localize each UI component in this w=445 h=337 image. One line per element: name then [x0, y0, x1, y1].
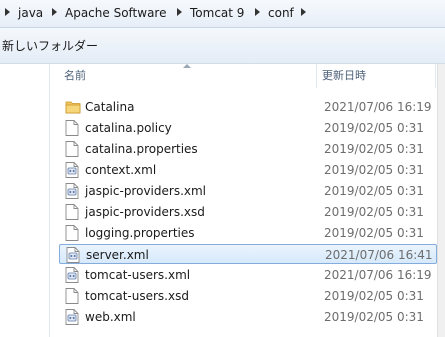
file-row[interactable]: Catalina 2021/07/06 16:19 [59, 97, 437, 117]
address-bar[interactable]: java Apache Software Tomcat 9 conf [0, 0, 445, 28]
file-row[interactable]: logging.properties 2019/02/05 0:31 [59, 223, 437, 243]
xml-file-icon [65, 162, 79, 178]
file-name: tomcat-users.xsd [85, 289, 189, 303]
sort-ascending-icon [183, 64, 191, 68]
file-name: tomcat-users.xml [85, 268, 191, 282]
file-row[interactable]: catalina.properties 2019/02/05 0:31 [59, 139, 437, 159]
file-name: catalina.properties [85, 142, 198, 156]
file-row[interactable]: server.xml 2021/07/06 16:41 [59, 244, 437, 264]
file-modified-date: 2021/07/06 16:19 [324, 268, 432, 282]
file-modified-date: 2021/07/06 16:19 [324, 100, 432, 114]
file-modified-date: 2019/02/05 0:31 [324, 121, 424, 135]
xml-file-icon [65, 267, 79, 283]
file-name: jaspic-providers.xsd [85, 205, 205, 219]
file-row[interactable]: tomcat-users.xml 2021/07/06 16:19 [59, 265, 437, 285]
chevron-right-icon[interactable] [52, 8, 57, 16]
xml-file-icon [65, 309, 79, 325]
file-name: logging.properties [85, 226, 195, 240]
file-modified-date: 2019/02/05 0:31 [324, 226, 424, 240]
vertical-scrollbar[interactable] [437, 64, 445, 337]
breadcrumb-item-conf[interactable]: conf [268, 5, 294, 21]
toolbar: 新しいフォルダー [0, 28, 445, 64]
file-icon [65, 204, 79, 220]
file-modified-date: 2019/02/05 0:31 [324, 289, 424, 303]
file-modified-date: 2021/07/06 16:41 [325, 248, 433, 262]
file-icon [65, 225, 79, 241]
column-divider[interactable] [435, 64, 436, 88]
file-icon [65, 141, 79, 157]
file-name: catalina.policy [85, 121, 172, 135]
navigation-pane[interactable] [0, 64, 50, 337]
xml-file-icon [66, 247, 80, 263]
breadcrumb-item-tomcat-9[interactable]: Tomcat 9 [190, 5, 244, 21]
file-name: Catalina [85, 100, 135, 114]
new-folder-button[interactable]: 新しいフォルダー [2, 38, 98, 54]
chevron-right-icon[interactable] [301, 8, 306, 16]
breadcrumb-item-apache-software[interactable]: Apache Software [65, 5, 166, 21]
chevron-right-icon[interactable] [5, 8, 10, 16]
file-row[interactable]: context.xml 2019/02/05 0:31 [59, 160, 437, 180]
file-modified-date: 2019/02/05 0:31 [324, 163, 424, 177]
file-name: context.xml [85, 163, 157, 177]
file-row[interactable]: jaspic-providers.xml 2019/02/05 0:31 [59, 181, 437, 201]
file-modified-date: 2019/02/05 0:31 [324, 142, 424, 156]
file-row[interactable]: tomcat-users.xsd 2019/02/05 0:31 [59, 286, 437, 306]
file-row[interactable]: jaspic-providers.xsd 2019/02/05 0:31 [59, 202, 437, 222]
file-name: web.xml [85, 310, 136, 324]
column-header-date[interactable]: 更新日時 [322, 64, 366, 88]
file-name: server.xml [86, 248, 149, 262]
breadcrumb-item-java[interactable]: java [18, 5, 43, 21]
file-modified-date: 2019/02/05 0:31 [324, 205, 424, 219]
folder-icon [65, 99, 81, 115]
file-row[interactable]: web.xml 2019/02/05 0:31 [59, 307, 437, 327]
file-row[interactable]: catalina.policy 2019/02/05 0:31 [59, 118, 437, 138]
xml-file-icon [65, 183, 79, 199]
chevron-right-icon[interactable] [177, 8, 182, 16]
column-divider[interactable] [316, 64, 317, 88]
file-modified-date: 2019/02/05 0:31 [324, 310, 424, 324]
file-modified-date: 2019/02/05 0:31 [324, 184, 424, 198]
column-header-name[interactable]: 名前 [64, 64, 86, 88]
chevron-right-icon[interactable] [255, 8, 260, 16]
file-name: jaspic-providers.xml [85, 184, 207, 198]
file-icon [65, 288, 79, 304]
file-icon [65, 120, 79, 136]
